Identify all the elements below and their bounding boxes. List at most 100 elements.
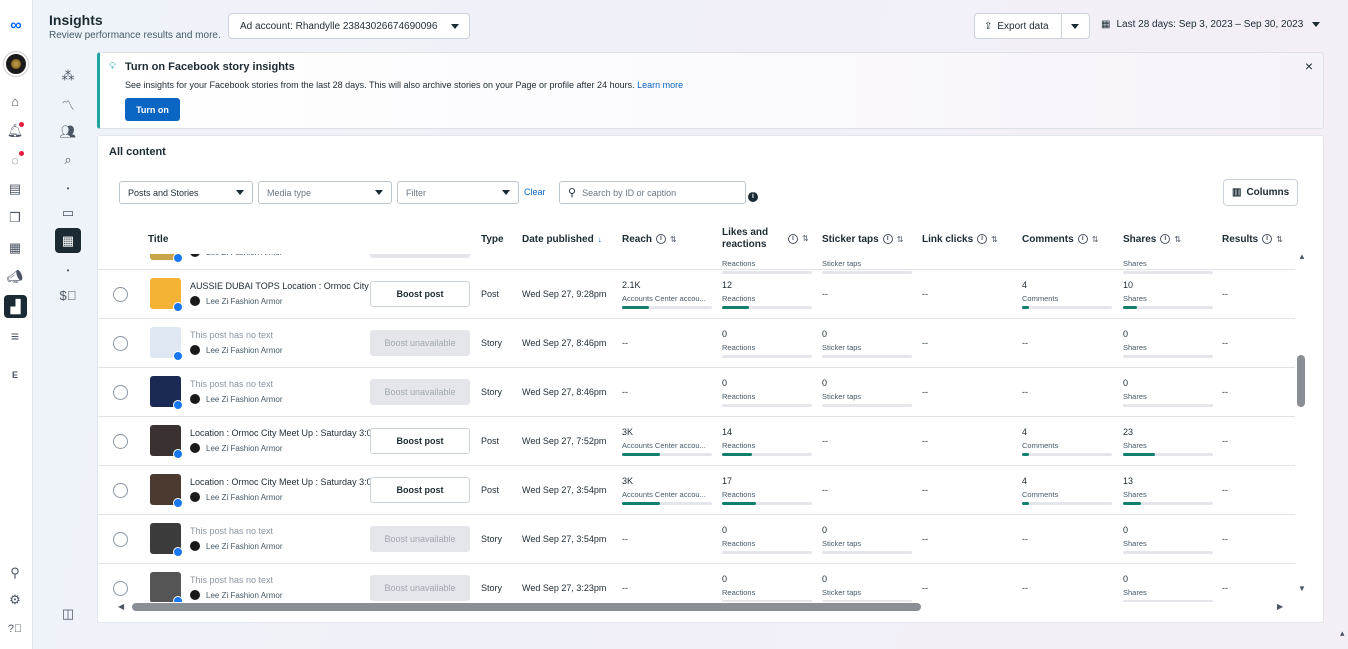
settings-icon[interactable]: ⚙ bbox=[5, 590, 25, 610]
col-type[interactable]: Type bbox=[481, 220, 504, 258]
vertical-scroll-thumb[interactable] bbox=[1297, 355, 1305, 407]
scroll-right-icon[interactable]: ▶ bbox=[1277, 602, 1283, 611]
col-comments[interactable]: Comments i ⇅ bbox=[1022, 220, 1098, 258]
content-table-icon[interactable]: ▦ bbox=[55, 228, 81, 253]
trends-icon[interactable]: 〽 bbox=[58, 94, 78, 114]
sort-icon[interactable]: ⇅ bbox=[1092, 235, 1099, 244]
row-select-radio[interactable] bbox=[113, 581, 128, 596]
row-select-radio[interactable] bbox=[113, 532, 128, 547]
search-icon[interactable]: ⚲ bbox=[5, 563, 25, 583]
sort-icon[interactable]: ⇅ bbox=[1174, 235, 1181, 244]
post-title[interactable]: AUSSIE DUBAI TOPS Location : Ormoc City … bbox=[190, 281, 395, 291]
col-likes[interactable]: Likes and reactions i ⇅ bbox=[722, 220, 812, 258]
ads-icon[interactable]: 📣︎ bbox=[5, 267, 25, 287]
reach-metric: 2.1K Accounts Center accou... bbox=[622, 280, 712, 309]
sort-icon[interactable]: ⇅ bbox=[991, 235, 998, 244]
separator-dot-icon: • bbox=[66, 265, 70, 275]
post-title[interactable]: This post has no text bbox=[190, 379, 395, 389]
filter-dropdown[interactable]: Filter bbox=[397, 181, 519, 204]
table-row[interactable]: This post has no text Lee Zi Fashion Arm… bbox=[98, 319, 1295, 368]
vertical-scrollbar[interactable]: ▲ ▼ bbox=[1295, 252, 1307, 602]
post-type: Story bbox=[481, 583, 503, 593]
table-row[interactable]: Location : Ormoc City Meet Up : Saturday… bbox=[98, 417, 1295, 466]
post-title[interactable]: Location : Ormoc City Meet Up : Saturday… bbox=[190, 477, 395, 487]
ad-account-dropdown[interactable]: Ad account: Rhandylle 23843026674690096 bbox=[228, 13, 470, 39]
scroll-left-icon[interactable]: ◀ bbox=[118, 602, 124, 611]
info-icon[interactable]: i bbox=[1262, 234, 1273, 244]
table-row[interactable]: This post has no text Lee Zi Fashion Arm… bbox=[98, 368, 1295, 417]
columns-button[interactable]: ▥ Columns bbox=[1223, 179, 1298, 206]
home-icon[interactable]: ⌂ bbox=[5, 91, 25, 111]
table-row[interactable]: Location : Ormoc City Meet Up : Saturday… bbox=[98, 466, 1295, 515]
table-row[interactable]: This post has no text Lee Zi Fashion Arm… bbox=[98, 564, 1295, 602]
posts-stories-dropdown[interactable]: Posts and Stories bbox=[119, 181, 253, 204]
clear-filters-link[interactable]: Clear bbox=[524, 187, 546, 197]
banner-body: See insights for your Facebook stories f… bbox=[125, 80, 635, 90]
close-icon[interactable]: × bbox=[1305, 58, 1313, 74]
post-title[interactable]: This post has no text bbox=[190, 330, 395, 340]
insights-icon[interactable]: ▟ bbox=[4, 295, 27, 318]
info-icon[interactable]: i bbox=[656, 234, 667, 244]
info-icon[interactable]: i bbox=[882, 234, 893, 244]
contacts-icon[interactable]: ▤ bbox=[5, 179, 25, 199]
table-row[interactable]: AUSSIE DUBAI TOPS Location : Ormoc City … bbox=[98, 270, 1295, 319]
table-row[interactable]: This post has no text Lee Zi Fashion Arm… bbox=[98, 515, 1295, 564]
row-select-radio[interactable] bbox=[113, 385, 128, 400]
boost-post-button[interactable]: Boost post bbox=[370, 281, 470, 307]
sort-icon[interactable]: ⇅ bbox=[897, 235, 904, 244]
info-icon[interactable]: i bbox=[748, 187, 758, 202]
collapse-panel-icon[interactable]: ◫ bbox=[58, 604, 78, 624]
col-link-clicks[interactable]: Link clicks i ⇅ bbox=[922, 220, 998, 258]
likes-metric: 17 Reactions bbox=[722, 476, 812, 505]
menu-icon[interactable]: ≡ bbox=[5, 326, 25, 346]
help-icon[interactable]: ?⃝ bbox=[5, 619, 25, 639]
pages-icon[interactable]: ❐ bbox=[5, 208, 25, 228]
horizontal-scrollbar[interactable]: ◀ ▶ bbox=[118, 602, 1283, 612]
rail-letter[interactable]: E bbox=[5, 365, 25, 385]
link-clicks-value: -- bbox=[922, 436, 928, 446]
media-type-dropdown[interactable]: Media type bbox=[258, 181, 392, 204]
col-results[interactable]: Results i ⇅ bbox=[1222, 220, 1283, 258]
export-options-button[interactable] bbox=[1061, 13, 1090, 39]
col-date-published[interactable]: Date published ↓ bbox=[522, 220, 602, 258]
info-icon[interactable]: i bbox=[1160, 234, 1171, 244]
sort-icon[interactable]: ⇅ bbox=[802, 233, 809, 245]
col-shares[interactable]: Shares i ⇅ bbox=[1123, 220, 1181, 258]
boost-post-button[interactable]: Boost post bbox=[370, 428, 470, 454]
meta-logo-icon[interactable]: ∞ bbox=[6, 16, 26, 36]
page-avatar[interactable] bbox=[4, 52, 28, 76]
row-select-radio[interactable] bbox=[113, 434, 128, 449]
post-title[interactable]: This post has no text bbox=[190, 575, 395, 585]
table-icon[interactable]: ▦ bbox=[5, 238, 25, 258]
scroll-down-icon[interactable]: ▼ bbox=[1298, 584, 1306, 593]
post-title[interactable]: This post has no text bbox=[190, 526, 395, 536]
sort-icon[interactable]: ⇅ bbox=[670, 235, 677, 244]
row-select-radio[interactable] bbox=[113, 287, 128, 302]
learn-more-link[interactable]: Learn more bbox=[637, 80, 683, 90]
scroll-up-icon[interactable]: ▲ bbox=[1298, 252, 1306, 261]
overview-icon[interactable]: ⁂ bbox=[58, 66, 78, 86]
turn-on-button[interactable]: Turn on bbox=[125, 98, 180, 121]
date-range-selector[interactable]: ▦ Last 28 days: Sep 3, 2023 – Sep 30, 20… bbox=[1101, 19, 1322, 30]
export-data-button[interactable]: ⇪ Export data bbox=[974, 13, 1062, 39]
monetization-icon[interactable]: $⃝ bbox=[58, 285, 78, 305]
info-icon[interactable]: i bbox=[977, 234, 988, 244]
col-sticker-taps[interactable]: Sticker taps i ⇅ bbox=[822, 220, 903, 258]
info-icon[interactable]: i bbox=[788, 234, 798, 244]
sort-down-icon[interactable]: ↓ bbox=[598, 235, 602, 244]
audience-icon[interactable]: 👥︎ bbox=[58, 122, 78, 142]
row-select-radio[interactable] bbox=[113, 336, 128, 351]
content-icon[interactable]: ▭ bbox=[58, 203, 78, 223]
search-field[interactable]: ⚲ Search by ID or caption bbox=[559, 181, 746, 204]
info-icon[interactable]: i bbox=[1077, 234, 1088, 244]
post-title[interactable]: Location : Ormoc City Meet Up : Saturday… bbox=[190, 428, 395, 438]
col-title[interactable]: Title bbox=[148, 220, 168, 258]
col-reach[interactable]: Reach i ⇅ bbox=[622, 220, 677, 258]
sort-icon[interactable]: ⇅ bbox=[1276, 235, 1283, 244]
boost-post-button[interactable]: Boost post bbox=[370, 477, 470, 503]
resize-icon[interactable]: ▴ bbox=[1340, 628, 1345, 639]
benchmark-icon[interactable]: ⌕ bbox=[58, 150, 78, 170]
row-select-radio[interactable] bbox=[113, 483, 128, 498]
horizontal-scroll-thumb[interactable] bbox=[132, 603, 921, 611]
page-name: Lee Zi Fashion Armor bbox=[206, 444, 283, 453]
